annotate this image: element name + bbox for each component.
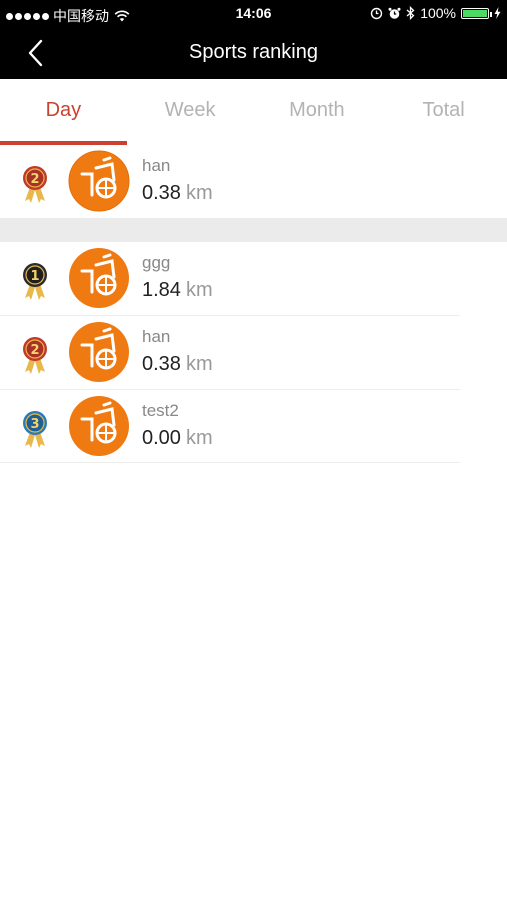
distance-number: 0.38 (142, 182, 181, 204)
avatar-icon (69, 396, 129, 456)
status-bar: 中国移动 14:06 100% (0, 0, 507, 28)
avatar-icon (69, 248, 129, 308)
ranking-row-3[interactable]: 3 test2 0.00 km (0, 390, 507, 463)
tab-label: Week (164, 98, 216, 121)
distance-unit: km (185, 427, 213, 449)
row-divider (0, 462, 460, 463)
distance-number: 1.84 (142, 279, 181, 301)
distance-unit: km (185, 353, 213, 375)
tab-month[interactable]: Month (254, 79, 381, 145)
alarm-icon (388, 7, 401, 19)
svg-text:3: 3 (30, 417, 39, 432)
distance-number: 0.00 (142, 427, 181, 449)
distance-unit: km (185, 279, 213, 301)
period-tabs: Day Week Month Total (0, 79, 507, 145)
svg-text:2: 2 (30, 172, 39, 187)
tab-day[interactable]: Day (0, 79, 127, 145)
location-lock-icon (370, 7, 383, 19)
user-name: test2 (142, 401, 179, 420)
distance-number: 0.38 (142, 353, 181, 375)
page-title: Sports ranking (189, 41, 318, 63)
bluetooth-icon (406, 6, 415, 20)
silver-medal-icon: 2 (23, 337, 47, 374)
battery-level (463, 9, 487, 17)
tab-label: Month (289, 98, 345, 121)
section-separator (0, 218, 507, 242)
ranking-row-2[interactable]: 2 han 0.38 km (0, 316, 507, 389)
my-rank-row[interactable]: 2 han 0.38 km (0, 145, 507, 218)
tab-label: Day (45, 98, 82, 121)
bronze-medal-icon: 3 (23, 411, 47, 448)
avatar-icon (69, 322, 129, 382)
distance-value: 0.00 km (142, 427, 213, 450)
battery-icon (461, 7, 492, 19)
user-name: ggg (142, 253, 171, 272)
svg-text:2: 2 (30, 343, 39, 358)
status-right: 100% (370, 5, 501, 21)
battery-percent: 100% (420, 5, 456, 21)
svg-text:1: 1 (30, 269, 39, 284)
silver-medal-icon: 2 (23, 166, 47, 203)
tab-week[interactable]: Week (127, 79, 254, 145)
distance-value: 1.84 km (142, 279, 213, 302)
distance-value: 0.38 km (142, 353, 213, 376)
user-name: han (142, 156, 171, 175)
tab-label: Total (422, 98, 465, 121)
nav-bar: Sports ranking (0, 28, 507, 79)
distance-value: 0.38 km (142, 182, 213, 205)
ranking-row-1[interactable]: 1 ggg 1.84 km (0, 242, 507, 315)
avatar-icon (68, 150, 130, 212)
user-name: han (142, 327, 171, 346)
distance-unit: km (185, 182, 213, 204)
charging-icon (494, 7, 501, 19)
tab-total[interactable]: Total (380, 79, 507, 145)
gold-medal-icon: 1 (23, 263, 47, 300)
